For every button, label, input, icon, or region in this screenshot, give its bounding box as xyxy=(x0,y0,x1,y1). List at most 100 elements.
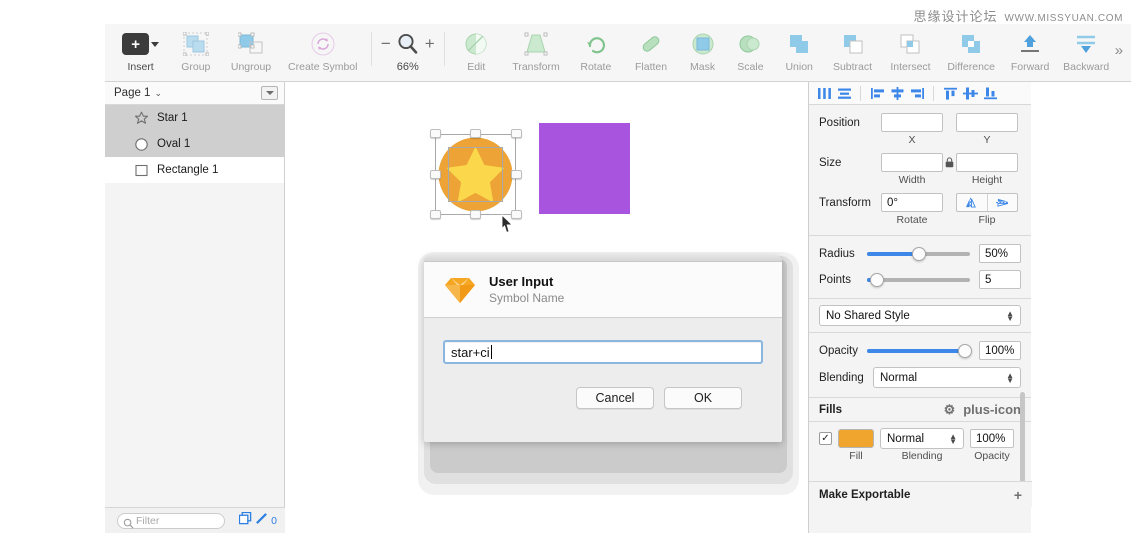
pencil-icon[interactable] xyxy=(255,512,268,530)
distribute-horizontally-icon[interactable] xyxy=(815,85,833,102)
toolbar-scale-button[interactable]: Scale xyxy=(726,24,774,80)
magnifier-icon[interactable] xyxy=(396,29,420,59)
create-symbol-icon xyxy=(310,29,336,59)
zoom-out-button[interactable]: − xyxy=(376,29,396,59)
distribute-vertically-icon[interactable] xyxy=(835,85,853,102)
radius-value[interactable]: 50% xyxy=(979,244,1021,263)
toolbar-label: Union xyxy=(785,61,812,73)
size-width-input[interactable] xyxy=(881,153,943,172)
gear-icon[interactable]: ⚙ xyxy=(944,402,956,418)
scale-icon xyxy=(738,29,762,59)
points-value[interactable]: 5 xyxy=(979,270,1021,289)
toolbar-insert-button[interactable]: + Insert xyxy=(113,24,168,80)
radius-slider-knob[interactable] xyxy=(912,247,926,261)
points-slider[interactable] xyxy=(867,278,970,282)
toolbar-difference-button[interactable]: Difference xyxy=(940,24,1003,80)
filter-dropdown-icon[interactable] xyxy=(261,86,278,100)
fill-color-swatch[interactable] xyxy=(838,429,874,448)
make-exportable-section[interactable]: Make Exportable + xyxy=(809,481,1032,507)
toolbar-create-symbol-button[interactable]: Create Symbol xyxy=(279,24,367,80)
oval-icon xyxy=(131,136,151,152)
size-height-input[interactable] xyxy=(956,153,1018,172)
toolbar-label: Insert xyxy=(127,61,153,73)
rotate-input[interactable]: 0° xyxy=(881,193,943,212)
layer-name: Rectangle 1 xyxy=(157,164,218,176)
layer-row-rectangle-1[interactable]: Rectangle 1 xyxy=(105,157,284,183)
dialog-subtitle: Symbol Name xyxy=(489,290,564,306)
align-bottom-icon[interactable] xyxy=(981,85,999,102)
flip-vertical-icon[interactable] xyxy=(987,194,1018,211)
dialog-footer: Cancel OK xyxy=(443,364,763,409)
star-params-section: Radius 50% Points 5 xyxy=(809,236,1031,299)
toolbar-ungroup-button[interactable]: Ungroup xyxy=(223,24,278,80)
layer-row-star-1[interactable]: Star 1 xyxy=(105,105,284,131)
opacity-slider-knob[interactable] xyxy=(958,344,972,358)
inspector-scrollbar[interactable] xyxy=(1020,392,1025,484)
toolbar-label: Group xyxy=(181,61,210,73)
toolbar-backward-button[interactable]: Backward xyxy=(1058,24,1115,80)
lock-icon[interactable] xyxy=(943,157,956,168)
toolbar-label: Mask xyxy=(690,61,715,73)
opacity-slider[interactable] xyxy=(867,349,970,353)
symbol-name-input[interactable]: star+ci xyxy=(443,340,763,364)
align-top-icon[interactable] xyxy=(941,85,959,102)
zoom-in-button[interactable]: + xyxy=(420,29,440,59)
plus-icon[interactable]: plus-icon xyxy=(963,402,1021,417)
alignment-divider xyxy=(933,86,934,101)
chevron-updown-icon: ▲▼ xyxy=(1006,373,1014,383)
cancel-button[interactable]: Cancel xyxy=(576,387,654,409)
page-name-label[interactable]: Page 1 xyxy=(114,87,150,99)
toolbar-intersect-button[interactable]: Intersect xyxy=(881,24,940,80)
position-y-input[interactable] xyxy=(956,113,1018,132)
position-x-input[interactable] xyxy=(881,113,943,132)
toolbar-rotate-button[interactable]: Rotate xyxy=(568,24,623,80)
toolbar-group-button[interactable]: Group xyxy=(168,24,223,80)
fill-opacity-value[interactable]: 100% xyxy=(970,429,1014,448)
flip-label: Flip xyxy=(956,214,1018,226)
position-sublabels: X Y xyxy=(881,134,1021,146)
text-caret xyxy=(491,345,492,359)
toolbar-union-button[interactable]: Union xyxy=(774,24,824,80)
toolbar-subtract-button[interactable]: Subtract xyxy=(824,24,881,80)
ok-button[interactable]: OK xyxy=(664,387,742,409)
toolbar-overflow-button[interactable]: » xyxy=(1115,42,1123,59)
layer-row-oval-1[interactable]: Oval 1 xyxy=(105,131,284,157)
resize-handle-s[interactable] xyxy=(470,210,481,219)
duplicate-icon[interactable] xyxy=(239,512,252,530)
rotate-label: Rotate xyxy=(881,214,943,226)
selection-inner-box xyxy=(448,147,503,202)
fill-enabled-checkbox[interactable]: ✓ xyxy=(819,432,832,445)
toolbar-forward-button[interactable]: Forward xyxy=(1002,24,1057,80)
toolbar-flatten-button[interactable]: Flatten xyxy=(623,24,678,80)
align-center-icon[interactable] xyxy=(888,85,906,102)
filter-bar: Filter 0 xyxy=(105,507,285,533)
resize-handle-ne[interactable] xyxy=(511,129,522,138)
plus-icon[interactable]: + xyxy=(1014,487,1022,503)
rectangle-shape[interactable] xyxy=(539,123,630,214)
transform-sublabels: Rotate Flip xyxy=(881,214,1021,226)
align-right-icon[interactable] xyxy=(908,85,926,102)
align-left-icon[interactable] xyxy=(868,85,886,102)
opacity-value[interactable]: 100% xyxy=(979,341,1021,360)
chevron-down-icon[interactable]: ⌄ xyxy=(154,88,162,99)
size-row: Size xyxy=(819,153,1021,172)
resize-handle-nw[interactable] xyxy=(430,129,441,138)
alignment-toolbar xyxy=(809,82,1031,105)
flip-horizontal-icon[interactable] xyxy=(957,194,987,211)
align-middle-icon[interactable] xyxy=(961,85,979,102)
fill-blending-select[interactable]: Normal ▲▼ xyxy=(880,428,964,449)
toolbar-edit-button[interactable]: Edit xyxy=(449,24,504,80)
x-label: X xyxy=(881,134,943,146)
toolbar-transform-button[interactable]: Transform xyxy=(504,24,568,80)
shared-style-select[interactable]: No Shared Style ▲▼ xyxy=(819,305,1021,326)
resize-handle-n[interactable] xyxy=(470,129,481,138)
resize-handle-w[interactable] xyxy=(430,170,441,179)
blending-select[interactable]: Normal ▲▼ xyxy=(873,367,1021,388)
resize-handle-e[interactable] xyxy=(511,170,522,179)
points-slider-knob[interactable] xyxy=(870,273,884,287)
toolbar-label: Create Symbol xyxy=(288,61,357,73)
resize-handle-sw[interactable] xyxy=(430,210,441,219)
search-input[interactable]: Filter xyxy=(117,513,225,529)
radius-slider[interactable] xyxy=(867,252,970,256)
toolbar-mask-button[interactable]: Mask xyxy=(679,24,727,80)
